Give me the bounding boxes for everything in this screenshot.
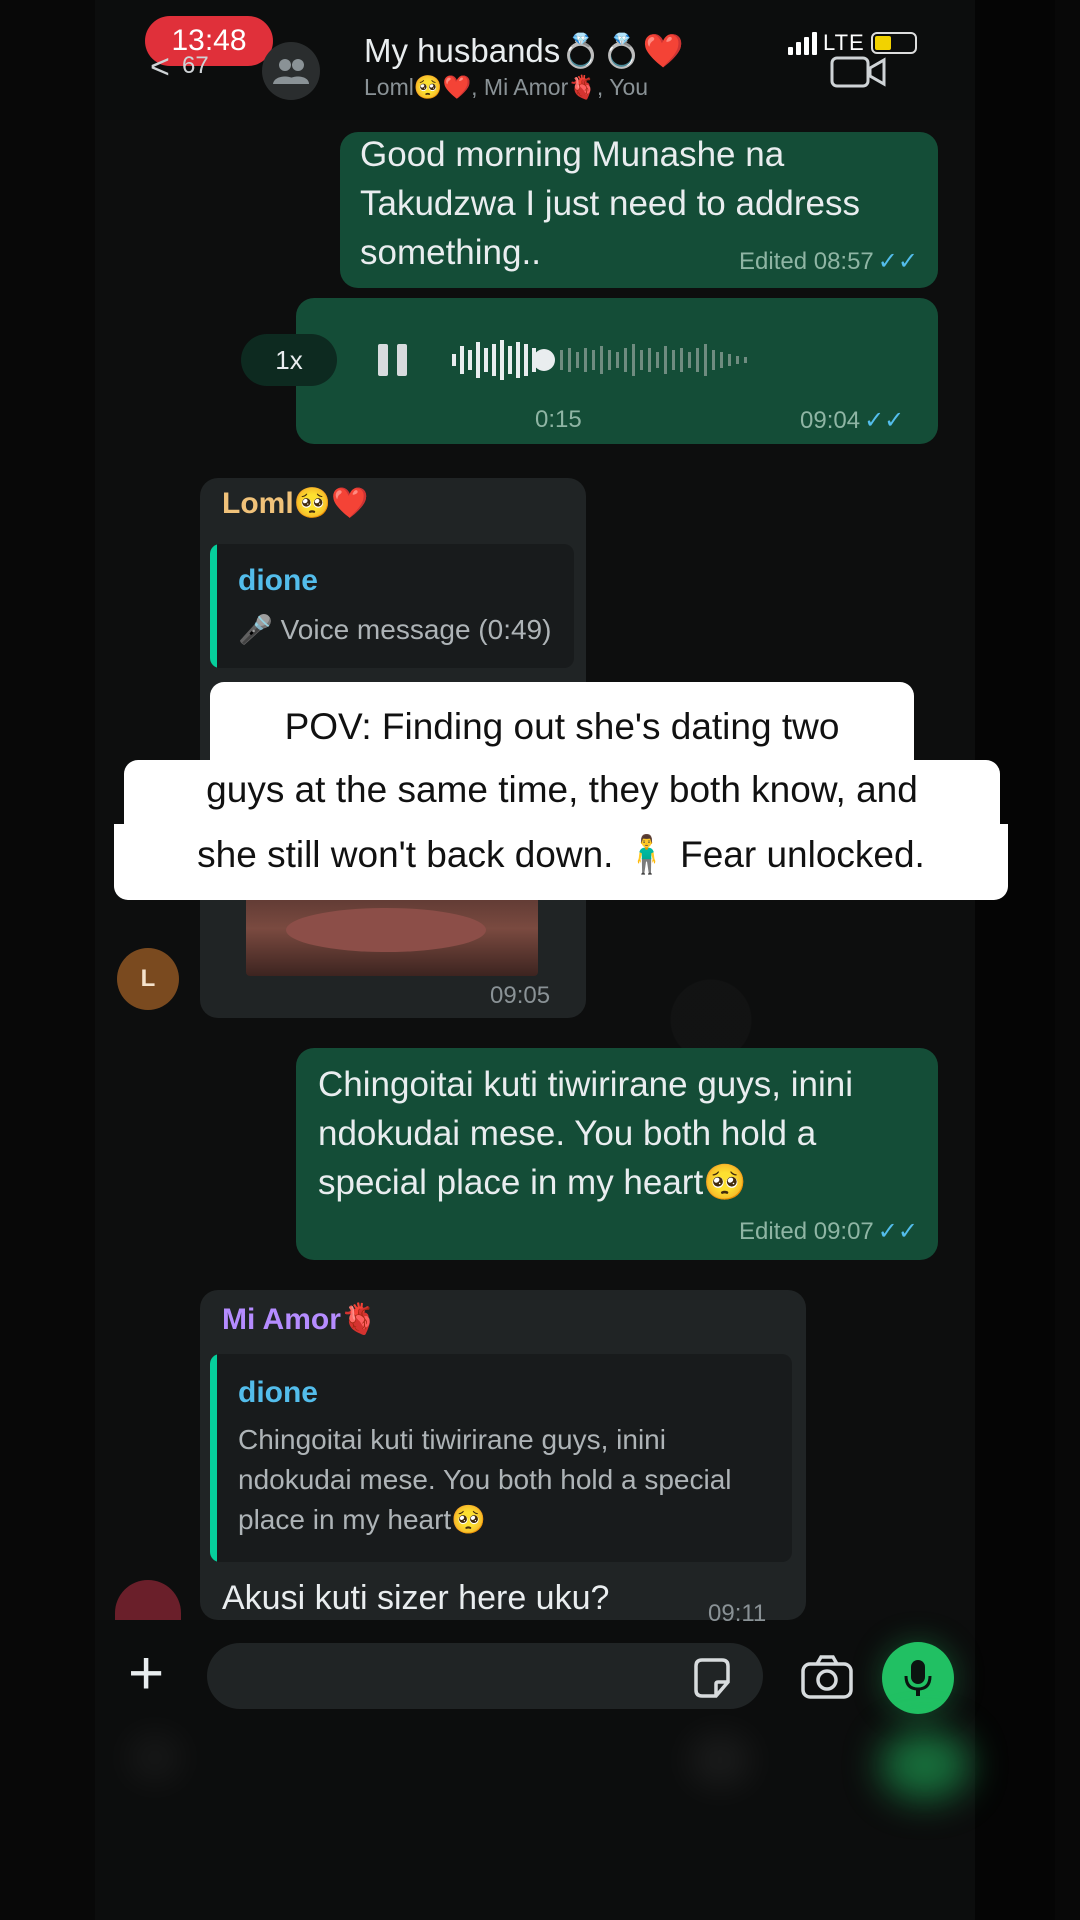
quote-text-line: Chingoitai kuti tiwirirane guys, inini	[238, 1424, 666, 1455]
image-attachment[interactable]	[246, 890, 538, 976]
chat-title[interactable]: My husbands💍💍❤️	[364, 32, 684, 71]
ambient-glow	[880, 1730, 970, 1800]
sticker-icon[interactable]	[690, 1656, 734, 1705]
voice-duration: 0:15	[535, 406, 582, 433]
battery-icon	[870, 32, 917, 54]
plus-icon[interactable]: +	[128, 1643, 164, 1705]
message-text-line: Chingoitai kuti tiwirirane guys, inini	[318, 1065, 853, 1104]
message-bubble-outgoing[interactable]: Good morning Munashe na Takudzwa I just …	[340, 132, 938, 288]
message-text-line: ndokudai mese. You both hold a	[318, 1114, 817, 1153]
message-text-line: special place in my heart🥺	[318, 1163, 747, 1202]
read-ticks-icon: ✓✓	[877, 248, 918, 275]
pause-icon[interactable]	[378, 344, 407, 376]
read-ticks-icon: ✓✓	[864, 407, 905, 434]
read-ticks-icon: ✓✓	[877, 1218, 918, 1245]
quoted-message[interactable]: dione Chingoitai kuti tiwirirane guys, i…	[210, 1354, 792, 1562]
signal-icon	[788, 31, 817, 55]
group-avatar-icon[interactable]	[262, 42, 320, 100]
quote-author: dione	[238, 1376, 318, 1409]
quote-text-line: place in my heart🥺	[238, 1504, 487, 1535]
quote-author: dione	[238, 564, 318, 597]
chat-members[interactable]: Loml🥺❤️, Mi Amor🫀, You	[364, 74, 648, 101]
message-timestamp: 09:05	[490, 982, 551, 1009]
sender-avatar[interactable]: L	[117, 948, 179, 1010]
message-bubble-outgoing[interactable]: Chingoitai kuti tiwirirane guys, inini n…	[296, 1048, 938, 1260]
message-text-line: Takudzwa I just need to address	[360, 184, 861, 223]
ambient-glow	[130, 1735, 180, 1780]
playback-speed-button[interactable]: 1x	[241, 334, 337, 386]
quote-text: 🎤 Voice message (0:49)	[238, 614, 552, 645]
caption-line-3: she still won't back down. 🧍‍♂️ Fear unl…	[114, 824, 1008, 900]
sender-name[interactable]: Loml🥺❤️	[222, 486, 368, 521]
side-strip	[975, 0, 1055, 1920]
video-call-icon[interactable]	[830, 52, 890, 97]
message-timestamp: Edited 09:07	[739, 1218, 874, 1245]
message-text-line: Good morning Munashe na	[360, 135, 785, 174]
camera-icon[interactable]	[800, 1654, 854, 1705]
caption-line-1: POV: Finding out she's dating two	[210, 682, 914, 762]
message-timestamp: Edited 08:57	[739, 248, 874, 275]
ambient-glow	[690, 1735, 750, 1785]
microphone-icon[interactable]	[882, 1642, 954, 1714]
caption-line-2: guys at the same time, they both know, a…	[124, 760, 1000, 826]
message-timestamp: 09:04	[800, 407, 861, 434]
sender-name[interactable]: Mi Amor🫀	[222, 1302, 378, 1337]
unread-count[interactable]: 67	[182, 52, 209, 80]
quote-text-line: ndokudai mese. You both hold a special	[238, 1464, 732, 1495]
message-timestamp: 09:11	[708, 1600, 767, 1627]
message-text: Akusi kuti sizer here uku?	[222, 1579, 610, 1617]
waveform-icon[interactable]	[452, 330, 752, 390]
quote-accent-bar	[210, 1354, 217, 1562]
quote-accent-bar	[210, 544, 217, 668]
quoted-message[interactable]: dione 🎤 Voice message (0:49)	[210, 544, 574, 668]
message-input[interactable]	[207, 1643, 763, 1709]
back-icon[interactable]: <	[150, 48, 170, 87]
